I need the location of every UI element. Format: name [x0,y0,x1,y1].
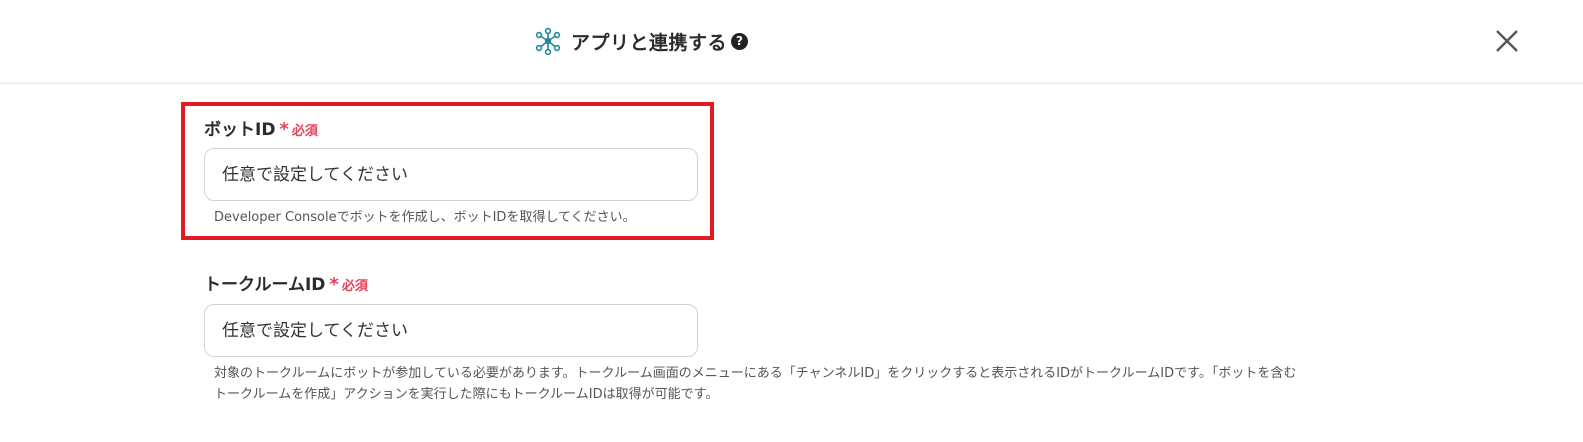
talkroom-id-label-text: トークルームID [204,275,326,295]
modal-title-group: アプリと連携する ? [534,26,749,56]
bot-id-label: ボットID * 必須 [204,115,318,140]
talkroom-id-input[interactable] [204,304,698,357]
bot-id-label-text: ボットID [204,120,276,140]
app-connect-icon [535,27,561,55]
talkroom-id-help-line-2: トークルームを作成」アクションを実行した際にもトークルームIDは取得が可能です。 [214,387,719,402]
question-circle-icon[interactable]: ? [731,32,749,50]
talkroom-id-help-line-1: 対象のトークルームにボットが参加している必要があります。トークルーム画面のメニュ… [214,366,1297,381]
required-star: * [329,274,339,295]
required-star: * [279,119,289,140]
close-icon[interactable] [1492,26,1522,56]
required-badge: 必須 [291,124,318,139]
talkroom-id-label: トークルームID * 必須 [204,270,368,295]
modal-title: アプリと連携する [571,31,728,54]
bot-id-input[interactable] [204,148,698,201]
bot-id-help-text: Developer Consoleでボットを作成し、ボットIDを取得してください… [214,210,636,225]
required-badge: 必須 [341,279,368,294]
modal-header: アプリと連携する ? [0,0,1583,84]
talkroom-id-help-text: 対象のトークルームにボットが参加している必要があります。トークルーム画面のメニュ… [214,363,1296,405]
